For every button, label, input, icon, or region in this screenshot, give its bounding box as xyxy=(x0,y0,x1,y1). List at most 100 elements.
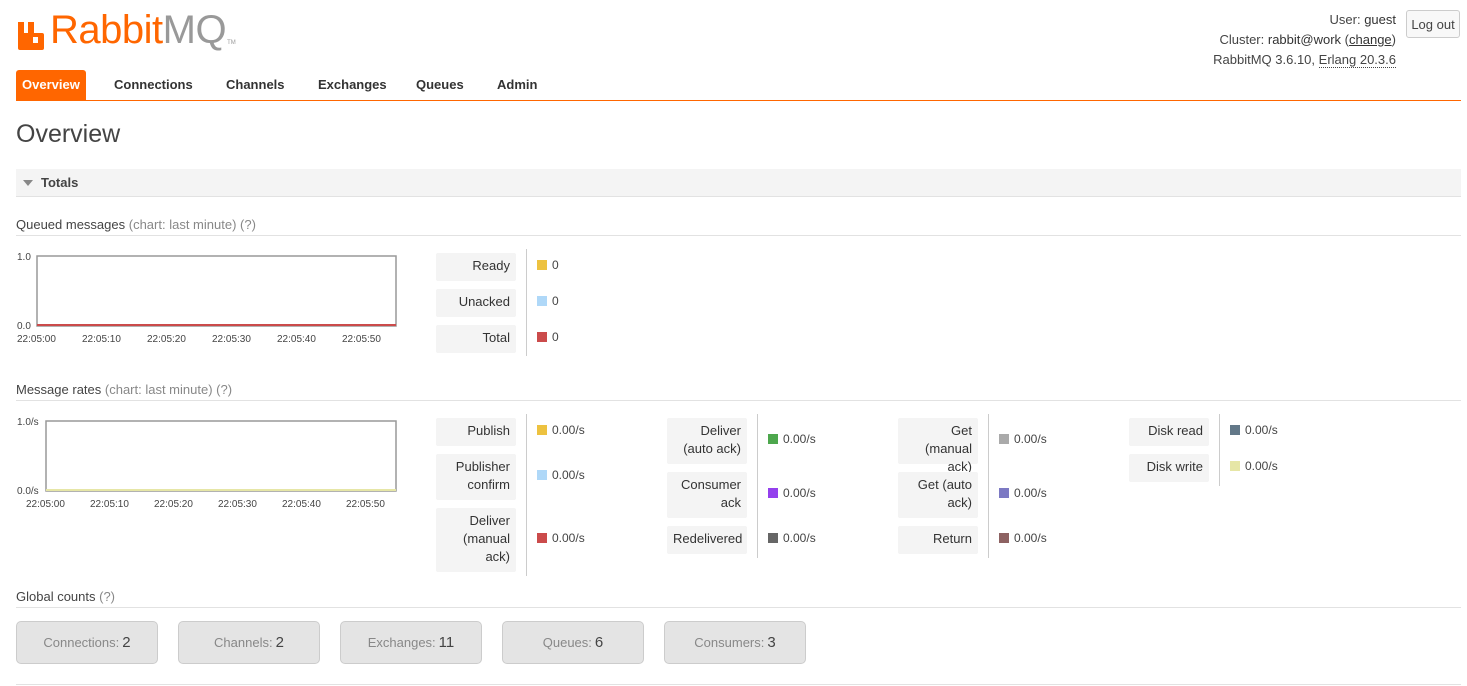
rates-chart-note[interactable]: (chart: last minute) (?) xyxy=(105,382,232,397)
legend-color-swatch[interactable] xyxy=(537,332,547,342)
rabbitmq-logo[interactable]: RabbitMQ TM xyxy=(16,6,236,50)
tab-queues[interactable]: Queues xyxy=(416,70,464,100)
legend-value: 0.00/s xyxy=(552,423,585,437)
user-name: guest xyxy=(1364,12,1396,27)
queued-chart-note[interactable]: (chart: last minute) (?) xyxy=(129,217,256,232)
legend-color-swatch[interactable] xyxy=(1230,461,1240,471)
legend-divider xyxy=(1219,414,1220,486)
x-tick-label: 22:05:30 xyxy=(212,334,251,345)
legend-divider xyxy=(988,414,989,558)
legend-value: 0.00/s xyxy=(783,486,816,500)
legend-label: Ready xyxy=(436,253,516,281)
user-line: User: guest xyxy=(1329,12,1397,27)
cluster-line: Cluster: rabbit@work (change) xyxy=(1219,32,1396,47)
erlang-version[interactable]: Erlang 20.3.6 xyxy=(1318,52,1396,68)
x-tick-label: 22:05:20 xyxy=(154,499,193,510)
legend-label: Unacked xyxy=(436,289,516,317)
queues-count-button[interactable]: Queues: 6 xyxy=(502,621,644,664)
queued-messages-heading: Queued messages (chart: last minute) (?) xyxy=(16,217,1461,236)
legend-label: Publisher confirm xyxy=(436,454,516,500)
legend-value: 0.00/s xyxy=(783,432,816,446)
tab-overview[interactable]: Overview xyxy=(16,70,86,100)
y-tick-label: 1.0 xyxy=(17,252,31,263)
totals-section-toggle[interactable]: Totals xyxy=(16,169,1461,197)
legend-color-swatch[interactable] xyxy=(999,533,1009,543)
x-tick-label: 22:05:00 xyxy=(26,499,65,510)
legend-color-swatch[interactable] xyxy=(768,533,778,543)
cluster-name: rabbit@work xyxy=(1267,32,1342,47)
legend-value: 0.00/s xyxy=(1245,423,1278,437)
legend-color-swatch[interactable] xyxy=(537,296,547,306)
legend-divider xyxy=(526,249,527,356)
legend-color-swatch[interactable] xyxy=(1230,425,1240,435)
plot-area xyxy=(36,255,397,327)
tab-connections[interactable]: Connections xyxy=(114,70,193,100)
x-tick-label: 22:05:50 xyxy=(342,334,381,345)
legend-color-swatch[interactable] xyxy=(768,488,778,498)
legend-value: 0 xyxy=(552,330,559,344)
x-tick-label: 22:05:50 xyxy=(346,499,385,510)
legend-divider xyxy=(526,414,527,576)
message-rates-chart: 1.0/s 0.0/s 22:05:00 22:05:10 22:05:20 22:0… xyxy=(17,417,397,510)
tab-admin[interactable]: Admin xyxy=(497,70,537,100)
page-title: Overview xyxy=(16,120,121,148)
legend-value: 0.00/s xyxy=(1014,486,1047,500)
tab-channels[interactable]: Channels xyxy=(226,70,285,100)
legend-value: 0.00/s xyxy=(1014,432,1047,446)
totals-label: Totals xyxy=(41,175,79,190)
version-line: RabbitMQ 3.6.10, Erlang 20.3.6 xyxy=(1213,50,1396,70)
x-tick-label: 22:05:20 xyxy=(147,334,186,345)
legend-value: 0.00/s xyxy=(1014,531,1047,545)
global-counts-heading: Global counts (?) xyxy=(16,589,1461,608)
y-tick-label: 0.0/s xyxy=(17,486,39,497)
legend-color-swatch[interactable] xyxy=(537,470,547,480)
legend-label: Deliver (auto ack) xyxy=(667,418,747,464)
legend-label: Disk read xyxy=(1129,418,1209,446)
y-tick-label: 1.0/s xyxy=(17,417,39,428)
legend-divider xyxy=(757,414,758,558)
channels-count-button[interactable]: Channels: 2 xyxy=(178,621,320,664)
collapse-triangle-icon xyxy=(23,180,33,186)
legend-label: Get (manual ack) xyxy=(898,418,978,474)
legend-label: Deliver (manual ack) xyxy=(436,508,516,572)
legend-label: Publish xyxy=(436,418,516,446)
queued-messages-chart: 1.0 0.0 22:05:00 22:05:10 22:05:20 22:05:30… xyxy=(17,252,397,345)
legend-color-swatch[interactable] xyxy=(537,533,547,543)
legend-label: Return xyxy=(898,526,978,554)
change-cluster-link[interactable]: change xyxy=(1349,32,1392,47)
consumers-count-button[interactable]: Consumers: 3 xyxy=(664,621,806,664)
brand-wordmark: RabbitMQ xyxy=(50,8,227,52)
y-tick-label: 0.0 xyxy=(17,321,31,332)
legend-label: Redelivered xyxy=(667,526,747,554)
legend-color-swatch[interactable] xyxy=(999,488,1009,498)
rabbitmq-version: RabbitMQ 3.6.10, xyxy=(1213,52,1316,67)
connections-count-button[interactable]: Connections: 2 xyxy=(16,621,158,664)
legend-value: 0.00/s xyxy=(783,531,816,545)
x-tick-label: 22:05:40 xyxy=(282,499,321,510)
legend-color-swatch[interactable] xyxy=(537,260,547,270)
legend-color-swatch[interactable] xyxy=(537,425,547,435)
x-tick-label: 22:05:10 xyxy=(90,499,129,510)
x-tick-label: 22:05:00 xyxy=(17,334,56,345)
plot-area xyxy=(45,420,397,492)
legend-value: 0.00/s xyxy=(552,468,585,482)
exchanges-count-button[interactable]: Exchanges: 11 xyxy=(340,621,482,664)
legend-value: 0 xyxy=(552,294,559,308)
main-nav: Overview Connections Channels Exchanges … xyxy=(16,70,1461,101)
legend-color-swatch[interactable] xyxy=(999,434,1009,444)
user-info: User: guest Cluster: rabbit@work (change… xyxy=(1213,10,1396,70)
message-rates-heading: Message rates (chart: last minute) (?) xyxy=(16,382,1461,401)
legend-value: 0 xyxy=(552,258,559,272)
legend-label: Consumer ack xyxy=(667,472,747,518)
legend-label: Get (auto ack) xyxy=(898,472,978,518)
legend-label: Total xyxy=(436,325,516,353)
legend-value: 0.00/s xyxy=(552,531,585,545)
x-tick-label: 22:05:30 xyxy=(218,499,257,510)
tab-exchanges[interactable]: Exchanges xyxy=(318,70,387,100)
rabbit-logo-icon xyxy=(18,22,44,50)
legend-color-swatch[interactable] xyxy=(768,434,778,444)
global-counts-note[interactable]: (?) xyxy=(99,589,115,604)
trademark-mark: TM xyxy=(227,40,236,46)
legend-label: Disk write xyxy=(1129,454,1209,482)
logout-button[interactable]: Log out xyxy=(1406,10,1460,38)
